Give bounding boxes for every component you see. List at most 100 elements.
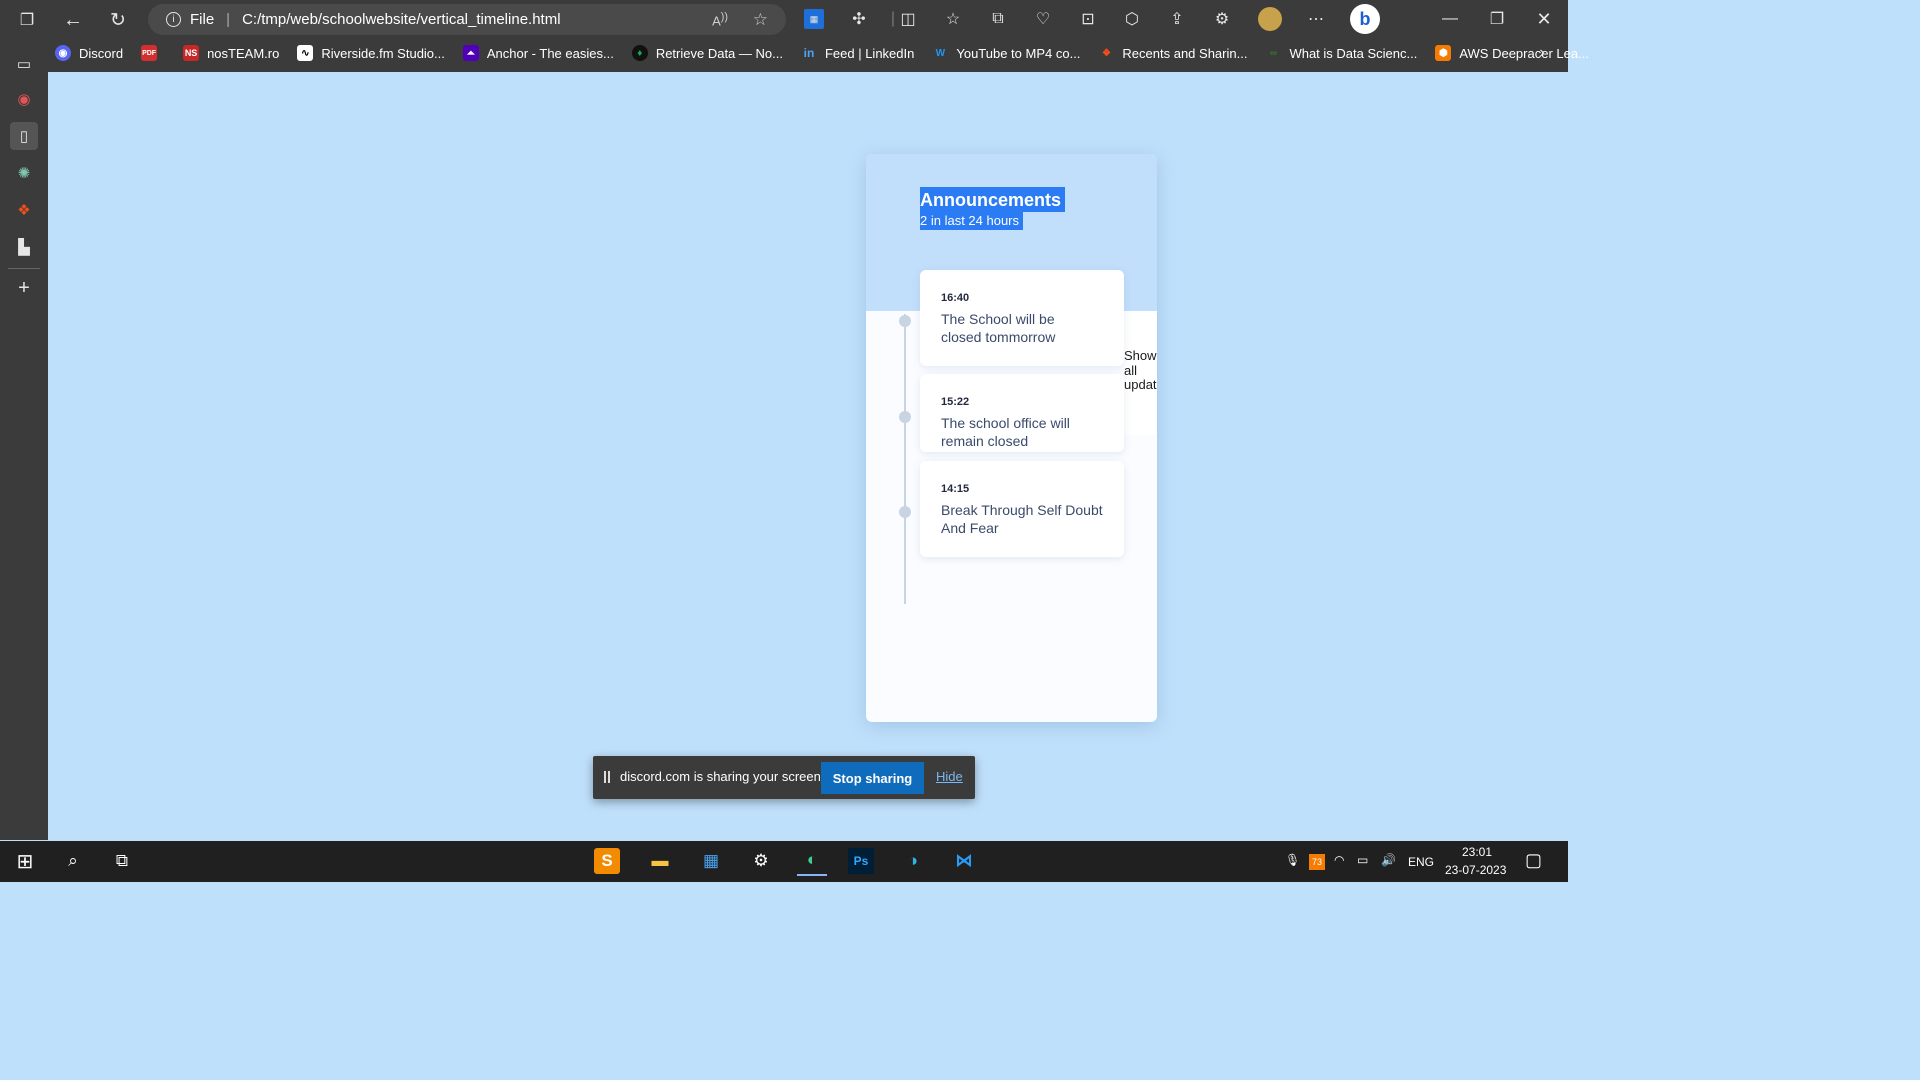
bing-chat-icon[interactable]: b xyxy=(1350,4,1380,34)
mongodb-icon: ♦ xyxy=(631,45,648,61)
linkedin-icon: in xyxy=(803,46,815,60)
minimize-icon[interactable]: — xyxy=(1440,9,1460,29)
language-indicator[interactable]: ENG xyxy=(1408,855,1434,869)
vscode-icon[interactable]: ⋈ xyxy=(949,846,979,876)
bookmark-figma[interactable]: ❖ Recents and Sharin... xyxy=(1098,45,1248,61)
share-message: discord.com is sharing your screen. xyxy=(620,769,825,784)
riverside-icon: ∿ xyxy=(297,45,314,61)
edge-dev-icon[interactable]: ◐ xyxy=(797,846,827,876)
photoshop-icon[interactable]: Ps xyxy=(848,848,874,874)
clock-time[interactable]: 23:01 xyxy=(1462,845,1492,859)
bookmark-label: Discord xyxy=(79,45,124,61)
pdf-icon: PDF xyxy=(141,45,158,61)
item-text: The school office will remain closed xyxy=(941,415,1070,449)
bookmark-aws[interactable]: ⬢ AWS Deepracer Lea... xyxy=(1435,45,1589,61)
timeline-dot xyxy=(899,411,911,423)
bookmark-label: Retrieve Data — No... xyxy=(655,45,783,61)
bookmarks-bar: ◉ Discord PDF NS nosTEAM.ro ∿ Riverside.fm … xyxy=(55,41,1607,65)
bookmark-label: What is Data Scienc... xyxy=(1289,45,1418,61)
microsoft-store-icon[interactable]: ▦ xyxy=(696,846,726,876)
bookmark-datascience[interactable]: ∞ What is Data Scienc... xyxy=(1265,45,1417,61)
discord-icon: ◉ xyxy=(55,45,71,61)
timeline-dot xyxy=(899,506,911,518)
record-icon[interactable]: ◉ xyxy=(10,85,38,113)
read-aloud-icon[interactable]: A)) xyxy=(712,11,728,28)
screenshot-icon[interactable]: ⊡ xyxy=(1078,9,1098,29)
collections-icon[interactable]: ⧉ xyxy=(988,9,1008,29)
close-icon[interactable]: ✕ xyxy=(1534,9,1554,29)
hide-link[interactable]: Hide xyxy=(936,769,963,784)
bookmark-nosteam[interactable]: NS nosTEAM.ro xyxy=(183,45,279,61)
announcements-subtitle: 2 in last 24 hours xyxy=(920,211,1024,230)
drag-handle-icon[interactable] xyxy=(604,771,610,783)
more-options-icon[interactable]: ⋯ xyxy=(1306,9,1326,29)
task-view-icon[interactable]: ⧉ xyxy=(107,846,137,876)
item-text: Break Through Self Doubt And Fear xyxy=(941,502,1103,536)
bookmark-pdf[interactable]: PDF xyxy=(141,45,165,61)
info-icon[interactable]: i xyxy=(166,12,181,27)
settings-gear-icon[interactable]: ⚙ xyxy=(746,846,776,876)
refresh-icon[interactable]: ↻ xyxy=(104,6,132,34)
edge-icon[interactable]: ◑ xyxy=(898,846,928,876)
browser-essentials-icon[interactable]: ⬡ xyxy=(1122,9,1142,29)
bookmark-youtube-mp4[interactable]: W YouTube to MP4 co... xyxy=(932,45,1081,61)
profile-avatar[interactable] xyxy=(1258,7,1282,31)
clock-date[interactable]: 23-07-2023 xyxy=(1445,863,1506,877)
performance-icon[interactable]: ⚙ xyxy=(1212,9,1232,29)
chatgpt-icon[interactable]: ✺ xyxy=(10,159,38,187)
favorites-icon[interactable]: ☆ xyxy=(943,9,963,29)
bookmark-linkedin[interactable]: in Feed | LinkedIn xyxy=(801,45,915,61)
sidebar-divider xyxy=(8,268,40,269)
notifications-icon[interactable]: ▢ xyxy=(1525,850,1542,871)
bookmark-mongodb[interactable]: ♦ Retrieve Data — No... xyxy=(631,45,783,61)
chevron-right-icon[interactable]: › xyxy=(1532,43,1552,63)
wifi-icon[interactable]: ◠ xyxy=(1334,853,1344,867)
page-icon[interactable]: ▯ xyxy=(10,122,38,150)
health-icon[interactable]: ♡ xyxy=(1033,9,1053,29)
show-all-updates-link[interactable]: Show all updat xyxy=(1124,348,1157,393)
bookmark-label: Anchor - The easies... xyxy=(486,45,614,61)
screen-share-toast: discord.com is sharing your screen. Stop… xyxy=(593,756,975,799)
announcements-card: Announcements 2 in last 24 hours Show al… xyxy=(866,154,1157,722)
bookmark-anchor[interactable]: ⏶ Anchor - The easies... xyxy=(462,45,614,61)
add-icon[interactable]: + xyxy=(10,274,38,302)
browser-sidebar: ▭ ◉ ▯ ✺ ❖ ▙ + xyxy=(0,40,48,840)
timeline-item[interactable]: 14:15 Break Through Self Doubt And Fear xyxy=(920,461,1124,557)
unsplash-icon[interactable]: ▙ xyxy=(10,233,38,261)
extensions-puzzle-icon[interactable]: ✣ xyxy=(849,9,869,29)
timeline-item[interactable]: 16:40 The School will be closed tommorro… xyxy=(920,270,1124,366)
bookmark-riverside[interactable]: ∿ Riverside.fm Studio... xyxy=(297,45,445,61)
tray-badge[interactable]: 73 xyxy=(1309,854,1325,870)
volume-icon[interactable]: 🔊 xyxy=(1381,853,1396,867)
windows-start-icon[interactable]: ⊞ xyxy=(10,846,40,876)
stop-sharing-button[interactable]: Stop sharing xyxy=(821,762,924,794)
search-icon[interactable]: ⌕ xyxy=(58,846,88,876)
bookmark-label: Riverside.fm Studio... xyxy=(321,45,445,61)
figma-icon[interactable]: ❖ xyxy=(10,196,38,224)
restore-icon[interactable]: ❐ xyxy=(1487,9,1507,29)
address-bar[interactable]: i File | C:/tmp/web/schoolwebsite/vertic… xyxy=(148,4,786,35)
timeline-item[interactable]: 15:22 The school office will remain clos… xyxy=(920,374,1124,452)
bookmark-label: Feed | LinkedIn xyxy=(824,45,915,61)
timeline-line xyxy=(904,314,906,604)
share-icon[interactable]: ⇪ xyxy=(1167,9,1187,29)
workspaces-icon[interactable]: ❐ xyxy=(13,6,41,34)
tabs-icon[interactable]: ▭ xyxy=(10,50,38,78)
battery-icon[interactable]: ▭ xyxy=(1357,853,1368,867)
url-text[interactable]: C:/tmp/web/schoolwebsite/vertical_timeli… xyxy=(242,11,560,28)
extension-icon[interactable]: ▦ xyxy=(804,9,824,29)
item-time: 15:22 xyxy=(941,396,970,408)
bookmark-label: Recents and Sharin... xyxy=(1122,45,1248,61)
sublime-text-icon[interactable]: S xyxy=(594,848,620,874)
file-label: File xyxy=(190,11,215,28)
bookmark-discord[interactable]: ◉ Discord xyxy=(55,45,123,61)
timeline-dot xyxy=(899,315,911,327)
favorite-star-icon[interactable]: ☆ xyxy=(753,10,768,30)
file-explorer-icon[interactable]: ▬ xyxy=(645,846,675,876)
anchor-icon: ⏶ xyxy=(462,45,479,61)
back-icon[interactable]: ← xyxy=(59,6,87,34)
microphone-icon[interactable]: 🎙 xyxy=(1285,853,1300,867)
split-screen-icon[interactable]: ◫ xyxy=(898,9,918,29)
nosteam-icon: NS xyxy=(183,45,200,61)
bookmark-label: YouTube to MP4 co... xyxy=(956,45,1081,61)
